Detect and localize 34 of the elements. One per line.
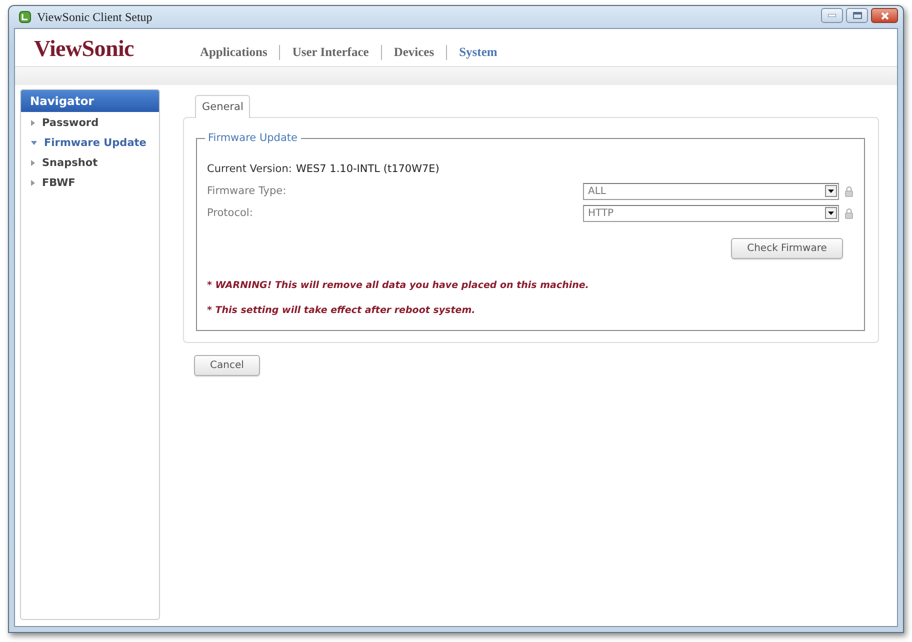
navigator-item[interactable]: Firmware Update xyxy=(21,133,159,153)
dropdown-field[interactable]: ALL xyxy=(583,182,839,200)
cancel-button[interactable]: Cancel xyxy=(194,355,260,376)
maximize-icon xyxy=(852,12,862,19)
version-value: WES7 1.10-INTL (t170W7E) xyxy=(296,163,440,175)
nav-link[interactable]: System xyxy=(459,45,498,60)
app-icon xyxy=(19,11,31,23)
maximize-button[interactable] xyxy=(846,8,868,23)
tab[interactable]: General xyxy=(195,95,250,118)
minimize-icon xyxy=(828,14,836,17)
minimize-button[interactable] xyxy=(821,8,843,23)
close-icon xyxy=(880,12,888,20)
triangle-right-icon xyxy=(31,180,35,186)
nav-link[interactable]: Devices xyxy=(394,45,434,60)
navigator-item[interactable]: Password xyxy=(21,113,159,133)
triangle-down-icon xyxy=(31,141,37,145)
nav-link[interactable]: Applications xyxy=(200,45,268,60)
field-label: Current Version: xyxy=(207,163,292,175)
triangle-right-icon xyxy=(31,120,35,126)
navigator-item[interactable]: Snapshot xyxy=(21,153,159,173)
warning-note: * WARNING! This will remove all data you have placed on this machine. xyxy=(207,279,590,293)
fieldset-legend: Firmware Update xyxy=(205,132,300,144)
field-label: Firmware Type: xyxy=(207,185,288,197)
triangle-right-icon xyxy=(31,160,35,166)
check-firmware-button[interactable]: Check Firmware xyxy=(731,238,843,259)
field-label: Protocol: xyxy=(207,207,254,219)
dropdown-field[interactable]: HTTP xyxy=(583,204,839,222)
window-title: ViewSonic Client Setup xyxy=(37,10,152,24)
close-button[interactable] xyxy=(871,8,898,23)
nav-link[interactable]: User Interface xyxy=(292,45,369,60)
warning-note: * This setting will take effect after reboot system. xyxy=(207,304,476,318)
logo-text: ViewSonic xyxy=(34,36,134,62)
navigator-header: Navigator xyxy=(21,90,159,112)
navigator-item[interactable]: FBWF xyxy=(21,173,159,193)
